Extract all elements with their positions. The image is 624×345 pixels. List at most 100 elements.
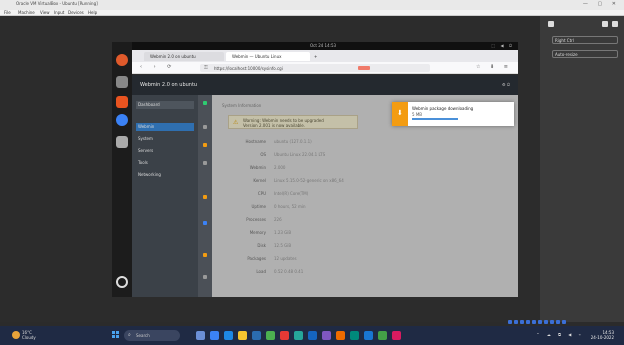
taskbar-search[interactable]: ⌕ Search	[124, 330, 180, 341]
app-icon-12[interactable]	[350, 331, 359, 340]
rail-icon-2[interactable]	[203, 125, 207, 129]
store-icon[interactable]	[252, 331, 261, 340]
explorer-icon[interactable]	[238, 331, 247, 340]
files-icon[interactable]	[116, 76, 128, 88]
taskbar-date: 24-10-2022	[590, 335, 614, 340]
host-menu-machine[interactable]: Machine	[18, 10, 35, 15]
right-panel-item-2-label: Auto-resize	[555, 52, 578, 57]
hdd-icon[interactable]	[508, 320, 512, 324]
optical-icon[interactable]	[514, 320, 518, 324]
ubuntu-tray[interactable]: ⬚ ◀ ⏻	[491, 43, 514, 48]
rail-icon-6[interactable]	[203, 221, 207, 225]
shared-folder-icon[interactable]	[538, 320, 542, 324]
mouse-icon[interactable]	[562, 320, 566, 324]
host-menu-view[interactable]: View	[40, 10, 50, 15]
firefox-tabbar: Webmin 2.0 on ubuntu Webmin — Ubuntu Lin…	[132, 50, 518, 62]
rail-icon-7[interactable]	[203, 253, 207, 257]
app-icon-14[interactable]	[378, 331, 387, 340]
sidebar-item-system[interactable]: System	[136, 135, 194, 143]
right-panel-item-2[interactable]: Auto-resize	[552, 50, 618, 58]
info-row: Packages 12 updates	[226, 256, 486, 265]
info-value: 1.23 GiB	[274, 230, 292, 235]
info-key: OS	[260, 152, 266, 157]
weather-icon[interactable]	[12, 331, 20, 339]
toolbar-icons[interactable]: ☆ ⬇ ≡	[476, 64, 512, 70]
warning-box: ⚠ Warning: Webmin needs to be upgraded V…	[228, 115, 358, 129]
app-icon-10[interactable]	[322, 331, 331, 340]
network-icon[interactable]	[526, 320, 530, 324]
host-window-controls[interactable]: — ▢ ✕	[583, 1, 620, 7]
trash-icon[interactable]	[116, 136, 128, 148]
rail-icon-4[interactable]	[203, 161, 207, 165]
sidebar-item-networking[interactable]: Networking	[136, 171, 194, 179]
firefox-navbar: ‹ › ⟳ ⚿ https://localhost:10000/sysinfo.…	[132, 62, 518, 74]
app-icon-13[interactable]	[364, 331, 373, 340]
info-value: ubuntu (127.0.1.1)	[274, 139, 312, 144]
right-panel: Right Ctrl Auto-resize	[540, 16, 624, 322]
new-tab-button[interactable]: +	[312, 52, 322, 61]
ubuntu-clock[interactable]: Oct 24 14:53	[310, 43, 336, 48]
lock-icon[interactable]: ⚿	[204, 65, 208, 71]
sidebar-item-dashboard[interactable]: Dashboard	[136, 101, 194, 109]
info-value: 0 hours, 52 min	[274, 204, 306, 209]
help-icon[interactable]	[116, 114, 128, 126]
host-menu-devices[interactable]: Devices	[68, 10, 84, 15]
info-key: CPU	[257, 191, 266, 196]
virtualbox-icon[interactable]	[392, 331, 401, 340]
pin-icon[interactable]	[612, 21, 618, 27]
usb-icon[interactable]	[532, 320, 536, 324]
info-value: 0.52 0.48 0.41	[274, 269, 304, 274]
tab-2[interactable]: Webmin — Ubuntu Linux	[226, 52, 310, 61]
app-icon-9[interactable]	[308, 331, 317, 340]
taskbar-clock[interactable]: 14:53 24-10-2022	[591, 330, 614, 340]
tab-1[interactable]: Webmin 2.0 on ubuntu	[144, 52, 224, 61]
start-button[interactable]	[112, 331, 120, 339]
warning-icon: ⚠	[233, 119, 239, 126]
rail-icon-5[interactable]	[203, 195, 207, 199]
info-key: Kernel	[253, 178, 266, 183]
nav-buttons[interactable]: ‹ › ⟳	[140, 64, 176, 70]
widgets-icon[interactable]	[210, 331, 219, 340]
task-view-icon[interactable]	[196, 331, 205, 340]
edge-icon[interactable]	[224, 331, 233, 340]
cpu-icon[interactable]	[556, 320, 560, 324]
chrome-icon[interactable]	[266, 331, 275, 340]
host-menu-input[interactable]: Input	[54, 10, 64, 15]
info-row: Webmin 2.000	[226, 165, 486, 174]
url-text[interactable]: https://localhost:10000/sysinfo.cgi	[214, 66, 283, 71]
download-notification[interactable]: ⬇ Webmin package downloading 5 MB	[392, 102, 514, 126]
sidebar-item-tools[interactable]: Tools	[136, 159, 194, 167]
info-row: Hostname ubuntu (127.0.1.1)	[226, 139, 486, 148]
info-key: Load	[256, 269, 266, 274]
software-icon[interactable]	[116, 96, 128, 108]
webmin-header: Webmin 2.0 on ubuntu ⚙ ⏻	[132, 75, 518, 95]
webmin-header-controls[interactable]: ⚙ ⏻	[502, 82, 510, 87]
app-icon-11[interactable]	[336, 331, 345, 340]
monitor-icon[interactable]	[548, 21, 554, 27]
app-icon-7[interactable]	[280, 331, 289, 340]
system-tray[interactable]: ⌃ ☁ ⧉ ◀ ⌁	[536, 332, 584, 337]
sidebar-item-servers[interactable]: Servers	[136, 147, 194, 155]
firefox-icon[interactable]	[116, 54, 128, 66]
host-menu-file[interactable]: File	[4, 10, 11, 15]
recording-icon[interactable]	[550, 320, 554, 324]
host-menu-help[interactable]: Help	[88, 10, 97, 15]
info-key: Memory	[249, 230, 266, 235]
audio-icon[interactable]	[520, 320, 524, 324]
info-key: Packages	[247, 256, 266, 261]
rail-icon-8[interactable]	[203, 275, 207, 279]
rail-icon-1[interactable]	[203, 101, 207, 105]
weather-widget[interactable]: 16°C Cloudy	[22, 330, 36, 340]
right-panel-item-1[interactable]: Right Ctrl	[552, 36, 618, 44]
sidebar-item-webmin[interactable]: Webmin	[136, 123, 194, 131]
url-bar[interactable]: ⚿ https://localhost:10000/sysinfo.cgi	[200, 64, 430, 72]
info-value: 226	[274, 217, 282, 222]
display-icon[interactable]	[544, 320, 548, 324]
info-row: Load 0.52 0.48 0.41	[226, 269, 486, 278]
app-icon-8[interactable]	[294, 331, 303, 340]
rail-icon-3[interactable]	[203, 143, 207, 147]
show-apps-icon[interactable]	[116, 276, 128, 288]
settings-icon[interactable]	[602, 21, 608, 27]
info-row: Disk 12.5 GiB	[226, 243, 486, 252]
info-key: Uptime	[251, 204, 266, 209]
